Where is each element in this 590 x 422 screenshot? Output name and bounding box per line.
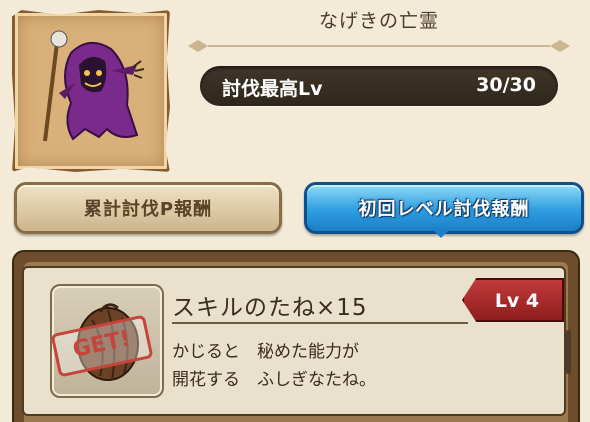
ghost-monster-icon: [43, 30, 145, 142]
monster-name: なげきの亡霊: [318, 10, 439, 32]
description-line-1: かじると 秘めた能力が: [172, 342, 359, 362]
monster-reward-screen: なげきの亡霊 討伐最高Lv 30/30 累計討伐P報酬 初回レベル討伐報酬 GE…: [0, 0, 590, 422]
description-line-2: 開花する ふしぎなたね。: [172, 370, 376, 390]
reward-level-badge: Lv 4: [462, 278, 564, 322]
reward-name-underline: [172, 322, 468, 324]
reward-name: スキルのたね×15: [172, 295, 368, 321]
title-ornament: [188, 40, 570, 52]
tab-cumulative-points-reward[interactable]: 累計討伐P報酬: [14, 182, 282, 234]
scrollbar[interactable]: [566, 330, 571, 374]
max-level-bar: 討伐最高Lv 30/30: [200, 66, 558, 106]
tab-first-level-reward[interactable]: 初回レベル討伐報酬: [304, 182, 584, 234]
reward-description: かじると 秘めた能力が 開花する ふしぎなたね。: [172, 338, 376, 394]
monster-portrait: [12, 10, 170, 172]
max-level-label: 討伐最高Lv: [222, 78, 323, 100]
selected-tab-pointer: [432, 229, 450, 238]
max-level-value: 30/30: [476, 74, 536, 96]
